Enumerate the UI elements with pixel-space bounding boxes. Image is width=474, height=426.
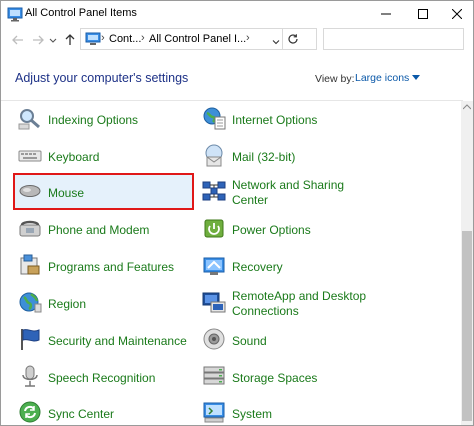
divider [1,100,463,101]
keyboard-icon [17,142,43,168]
back-button[interactable] [11,33,25,47]
storage-icon [201,363,227,389]
mail-icon [201,142,227,168]
chevron-down-icon [49,38,57,43]
refresh-button[interactable] [282,29,303,49]
item-label: Speech Recognition [48,370,156,385]
maximize-icon [418,9,428,19]
minimize-button[interactable] [368,1,404,27]
item-label: Sync Center [48,406,115,421]
item-internet-options[interactable]: Internet Options [201,105,381,135]
item-remoteapp-and-desktop-connections[interactable]: RemoteApp and Desktop Connections [201,289,381,319]
item-phone-and-modem[interactable]: Phone and Modem [17,215,197,245]
item-label: Mouse [48,185,85,200]
item-label: System [232,406,273,421]
power-icon [201,215,227,241]
remoteapp-icon [201,289,227,315]
item-label: Indexing Options [48,112,139,127]
item-mouse[interactable]: Mouse [17,178,192,208]
breadcrumb-segment[interactable]: Cont... [109,33,141,45]
control-panel-icon [7,6,23,22]
item-label: Power Options [232,222,311,237]
item-label: Mail (32-bit) [232,149,296,164]
item-keyboard[interactable]: Keyboard [17,142,197,172]
item-region[interactable]: Region [17,289,197,319]
programs-icon [17,252,43,278]
title-bar[interactable]: All Control Panel Items [1,1,473,27]
item-label: Storage Spaces [232,370,318,385]
item-label: Region [48,296,87,311]
forward-button[interactable] [31,33,45,47]
item-label-line2: Connections [232,304,299,318]
microphone-icon [17,363,43,389]
mouse-icon [17,178,43,204]
item-label: Network and Sharing [232,178,345,192]
security-flag-icon [17,326,43,352]
window-title: All Control Panel Items [25,7,137,19]
address-dropdown-button[interactable] [271,34,281,45]
item-sync-center[interactable]: Sync Center [17,399,197,425]
phone-modem-icon [17,215,43,241]
item-recovery[interactable]: Recovery [201,252,381,282]
recent-locations-button[interactable] [48,33,58,47]
chevron-up-icon [463,104,471,110]
up-button[interactable] [63,33,77,47]
item-label: Internet Options [232,112,318,127]
chevron-down-icon [412,75,421,80]
item-label: Sound [232,333,267,348]
item-network-and-sharing-center[interactable]: Network and Sharing Center [201,178,381,208]
item-mail[interactable]: Mail (32-bit) [201,142,381,172]
item-label: Security and Maintenance [48,333,187,348]
item-label: Keyboard [48,149,100,164]
item-sound[interactable]: Sound [201,326,381,356]
network-icon [201,178,227,204]
close-icon [452,9,462,19]
item-label-line2: Center [232,193,269,207]
maximize-button[interactable] [405,1,441,27]
view-by-label: View by: [315,73,355,85]
breadcrumb-separator-icon: › [141,32,145,44]
item-power-options[interactable]: Power Options [201,215,381,245]
item-label: Phone and Modem [48,222,150,237]
vertical-scrollbar[interactable] [461,101,473,425]
breadcrumb-segment[interactable]: All Control Panel I... [149,33,246,45]
item-speech-recognition[interactable]: Speech Recognition [17,363,197,393]
scrollbar-thumb[interactable] [462,231,472,421]
item-label: RemoteApp and Desktop [232,289,367,303]
breadcrumb-separator-icon: › [101,32,105,44]
chevron-down-icon [272,40,280,45]
item-indexing-options[interactable]: Indexing Options [17,105,197,135]
forward-arrow-icon [33,35,44,45]
view-by-value: Large icons [355,72,410,84]
close-button[interactable] [439,1,473,27]
recovery-icon [201,252,227,278]
indexing-icon [17,105,43,131]
page-title: Adjust your computer's settings [15,71,189,85]
control-panel-window: All Control Panel Items › Cont... › All … [0,0,474,426]
control-panel-small-icon [85,32,101,46]
item-label: Recovery [232,259,283,274]
item-programs-and-features[interactable]: Programs and Features [17,252,197,282]
item-system[interactable]: System [201,399,381,425]
view-by-dropdown[interactable]: Large icons [353,71,422,85]
item-security-and-maintenance[interactable]: Security and Maintenance [17,326,197,356]
internet-options-icon [201,105,227,131]
sync-icon [17,399,43,425]
item-storage-spaces[interactable]: Storage Spaces [201,363,381,393]
region-icon [17,289,43,315]
speaker-icon [201,326,227,352]
address-bar[interactable]: › Cont... › All Control Panel I... › [80,28,317,50]
breadcrumb-separator-icon: › [246,32,250,44]
system-icon [201,399,227,425]
item-label: Programs and Features [48,259,175,274]
up-arrow-icon [65,34,75,45]
minimize-icon [381,13,391,15]
back-arrow-icon [12,35,23,45]
search-input[interactable] [323,28,464,50]
refresh-icon [288,34,298,44]
